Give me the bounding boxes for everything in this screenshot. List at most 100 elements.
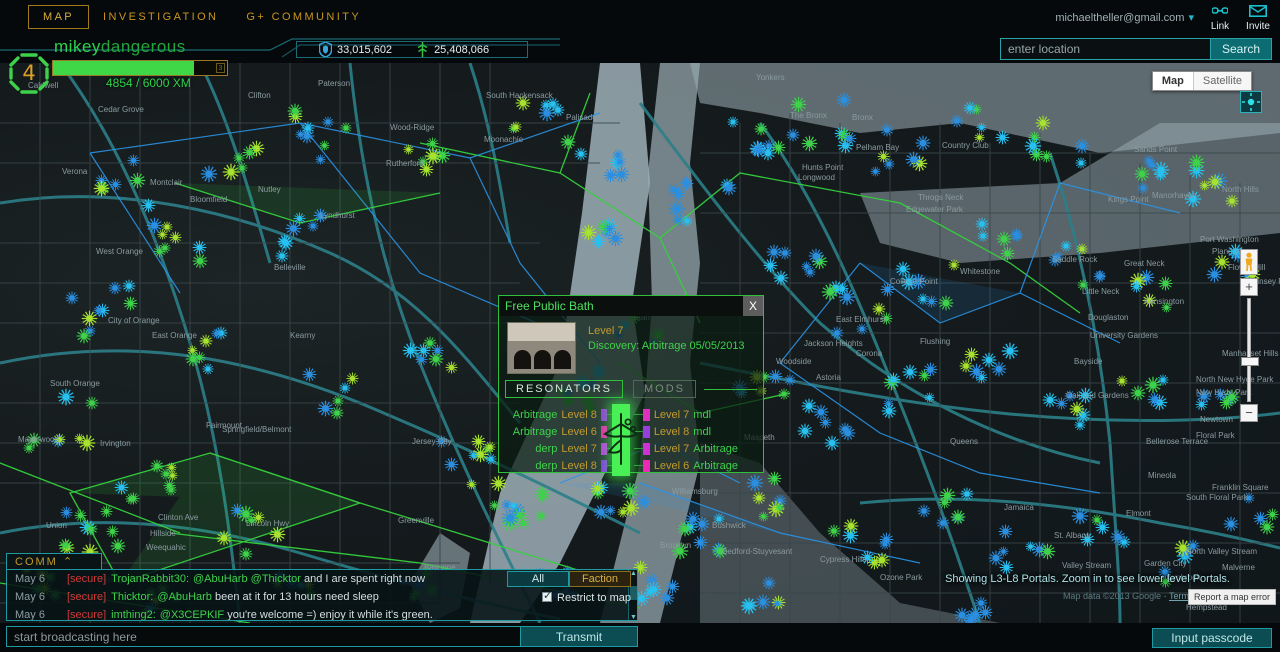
portal-marker-enlightened[interactable]	[445, 361, 458, 374]
portal-marker-resistance[interactable]	[824, 435, 840, 451]
portal-marker-resistance[interactable]	[603, 168, 618, 183]
portal-marker-resistance[interactable]	[681, 214, 693, 226]
portal-marker-enlightened[interactable]	[424, 147, 442, 165]
portal-marker-enlightened[interactable]	[1225, 194, 1239, 208]
portal-marker-resistance[interactable]	[57, 388, 75, 406]
portal-marker-enlightened[interactable]	[827, 524, 841, 538]
zoom-slider-thumb[interactable]	[1241, 357, 1259, 366]
portal-marker-enlightened[interactable]	[964, 347, 979, 362]
portal-marker-enlightened[interactable]	[580, 224, 597, 241]
comm-filter-all[interactable]: All	[507, 571, 569, 587]
portal-marker-resistance[interactable]	[1001, 342, 1019, 360]
portal-marker-resistance[interactable]	[1010, 228, 1023, 241]
portal-marker-enlightened[interactable]	[489, 498, 500, 509]
portal-marker-enlightened[interactable]	[535, 509, 547, 521]
scroll-down-arrow[interactable]: ▼	[630, 614, 637, 621]
portal-marker-resistance[interactable]	[974, 596, 988, 610]
portal-marker-enlightened[interactable]	[403, 142, 414, 153]
portal-marker-resistance[interactable]	[1137, 181, 1149, 193]
portal-marker-resistance[interactable]	[665, 579, 680, 594]
portal-marker-resistance[interactable]	[801, 398, 817, 414]
portal-marker-resistance[interactable]	[1025, 539, 1036, 550]
portal-marker-resistance[interactable]	[485, 452, 497, 464]
portal-marker-enlightened[interactable]	[1207, 174, 1223, 190]
portal-marker-enlightened[interactable]	[58, 538, 73, 553]
portal-marker-resistance[interactable]	[444, 457, 459, 472]
portal-marker-resistance[interactable]	[1130, 280, 1143, 293]
portal-marker-resistance[interactable]	[880, 123, 894, 137]
portal-marker-resistance[interactable]	[127, 154, 140, 167]
portal-marker-enlightened[interactable]	[938, 295, 954, 311]
search-input[interactable]	[1000, 38, 1210, 60]
portal-marker-enlightened[interactable]	[269, 526, 286, 543]
portal-marker-resistance[interactable]	[721, 180, 737, 196]
portal-marker-resistance[interactable]	[141, 198, 156, 213]
portal-marker-enlightened[interactable]	[843, 518, 859, 534]
portal-marker-resistance[interactable]	[768, 369, 783, 384]
portal-marker-resistance[interactable]	[977, 229, 989, 241]
message-mention[interactable]: @Thicktor	[251, 573, 301, 585]
portal-marker-resistance[interactable]	[1024, 137, 1042, 155]
zoom-in-button[interactable]: +	[1240, 278, 1258, 296]
recenter-button[interactable]	[1240, 91, 1262, 113]
portal-marker-resistance[interactable]	[870, 164, 881, 175]
portal-marker-resistance[interactable]	[415, 353, 428, 366]
portal-marker-enlightened[interactable]	[93, 180, 110, 197]
portal-marker-enlightened[interactable]	[1069, 401, 1085, 417]
portal-marker-resistance[interactable]	[1223, 516, 1239, 532]
comm-message[interactable]: May 6[secure]imthing2:@X3CEPKIF you're w…	[7, 606, 637, 621]
portal-marker-resistance[interactable]	[886, 372, 901, 387]
portal-marker-resistance[interactable]	[1093, 270, 1106, 283]
nav-tab-community[interactable]: G+ COMMUNITY	[232, 6, 375, 28]
portal-marker-enlightened[interactable]	[76, 328, 92, 344]
portal-marker-enlightened[interactable]	[193, 351, 206, 364]
portal-marker-enlightened[interactable]	[1134, 166, 1150, 182]
portal-marker-resistance[interactable]	[108, 281, 122, 295]
portal-marker-enlightened[interactable]	[771, 140, 786, 155]
portal-marker-resistance[interactable]	[275, 249, 289, 263]
portal-marker-resistance[interactable]	[819, 416, 832, 429]
portal-marker-enlightened[interactable]	[466, 477, 477, 488]
portal-marker-enlightened[interactable]	[534, 486, 551, 503]
portal-marker-resistance[interactable]	[995, 130, 1010, 145]
message-author[interactable]: Thicktor:	[111, 591, 153, 603]
portal-marker-resistance[interactable]	[146, 217, 163, 234]
comm-tab-toggle[interactable]: COMM ⌃	[6, 553, 102, 570]
portal-marker-enlightened[interactable]	[801, 135, 818, 152]
portal-marker-resistance[interactable]	[772, 596, 783, 607]
portal-marker-resistance[interactable]	[784, 373, 796, 385]
portal-marker-enlightened[interactable]	[510, 120, 522, 132]
portal-marker-resistance[interactable]	[1071, 507, 1089, 525]
portal-marker-resistance[interactable]	[786, 128, 800, 142]
map-type-map[interactable]: Map	[1153, 72, 1193, 90]
portal-marker-enlightened[interactable]	[1158, 276, 1173, 291]
portal-marker-resistance[interactable]	[856, 322, 868, 334]
portal-marker-resistance[interactable]	[508, 498, 519, 509]
portal-marker-enlightened[interactable]	[242, 145, 257, 160]
intel-map[interactable]: CaldwellCedar GroveVeronaMontclairBloomf…	[0, 63, 1280, 623]
portal-marker-resistance[interactable]	[804, 265, 816, 277]
transmit-button[interactable]: Transmit	[520, 626, 638, 647]
portal-marker-resistance[interactable]	[727, 115, 739, 127]
portal-marker-enlightened[interactable]	[938, 496, 951, 509]
portal-marker-enlightened[interactable]	[340, 121, 352, 133]
portal-marker-resistance[interactable]	[925, 295, 938, 308]
portal-marker-resistance[interactable]	[122, 279, 136, 293]
portal-marker-resistance[interactable]	[746, 474, 764, 492]
comm-filter-faction[interactable]: Faction	[569, 571, 631, 587]
portal-marker-resistance[interactable]	[431, 344, 444, 357]
portal-marker-resistance[interactable]	[605, 503, 616, 514]
portal-marker-enlightened[interactable]	[490, 475, 507, 492]
portal-marker-enlightened[interactable]	[74, 431, 85, 442]
portal-marker-resistance[interactable]	[742, 598, 756, 612]
account-menu[interactable]: michaeltheller@gmail.com▾	[1055, 11, 1194, 24]
portal-marker-enlightened[interactable]	[758, 509, 769, 520]
portal-marker-enlightened[interactable]	[767, 471, 782, 486]
map-type-satellite[interactable]: Satellite	[1193, 72, 1251, 90]
portal-marker-enlightened[interactable]	[165, 483, 177, 495]
portal-marker-resistance[interactable]	[915, 135, 931, 151]
portal-marker-enlightened[interactable]	[752, 491, 766, 505]
portal-marker-enlightened[interactable]	[216, 530, 232, 546]
portal-marker-enlightened[interactable]	[160, 467, 172, 479]
scroll-up-arrow[interactable]: ▲	[630, 570, 637, 578]
